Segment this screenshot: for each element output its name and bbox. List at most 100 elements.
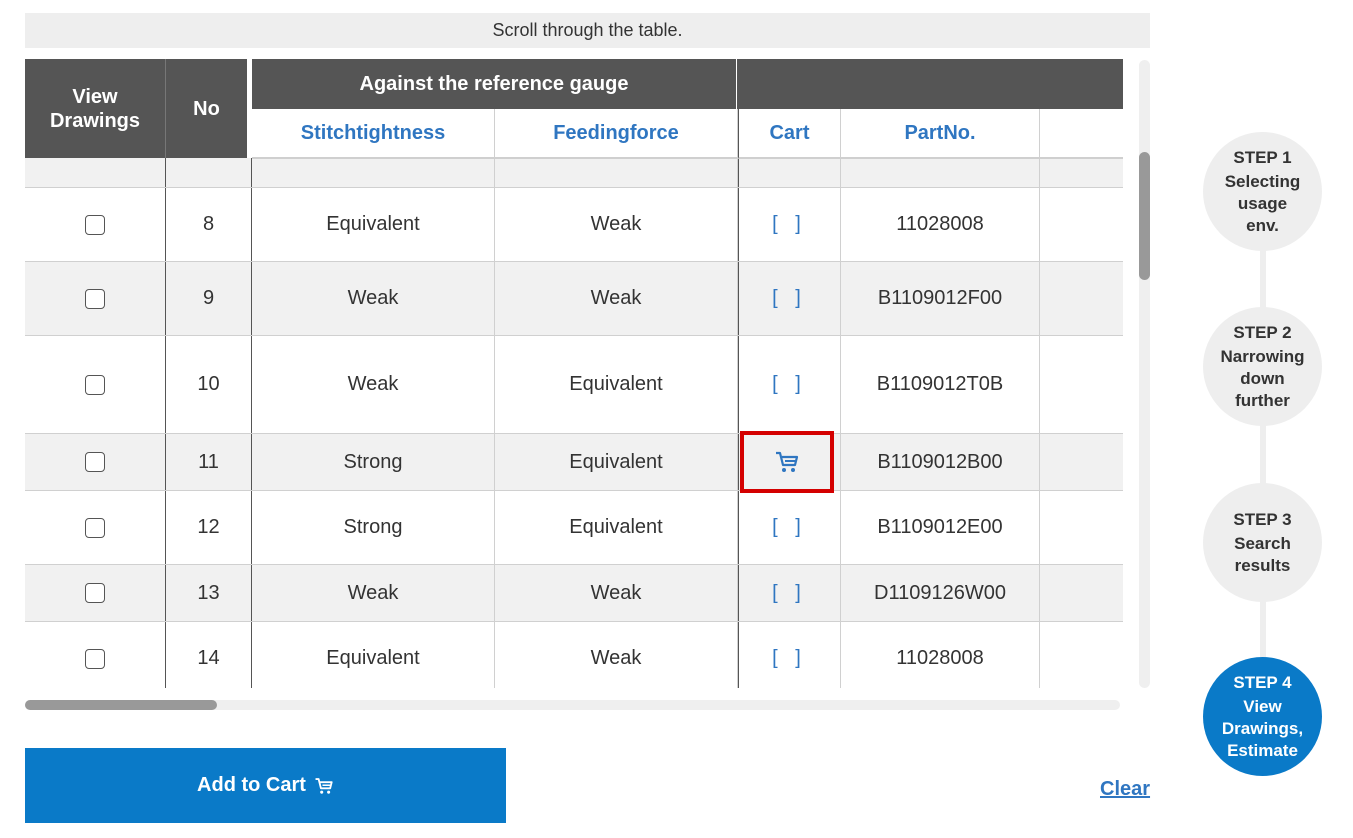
row-cart-cell: [ ] xyxy=(738,622,841,688)
cart-link[interactable]: [ ] xyxy=(772,582,807,605)
cart-icon xyxy=(315,777,333,794)
step-3-number: STEP 3 xyxy=(1233,509,1292,529)
header-stitchtightness[interactable]: Stitchtightness xyxy=(252,109,495,159)
row-no: 12 xyxy=(166,491,252,564)
header-no-label: No xyxy=(193,97,220,120)
row-partno: B1109012B00 xyxy=(841,434,1040,490)
row-stitchtightness: Weak xyxy=(252,262,495,335)
table-row: 12 Strong Equivalent [ ] B1109012E00 xyxy=(25,491,1123,565)
row-feedingforce: Weak xyxy=(495,188,738,261)
row-cart-cell xyxy=(738,158,841,187)
row-checkbox-cell xyxy=(25,622,166,688)
cart-link[interactable]: [ ] xyxy=(772,516,807,539)
row-stitchtightness: Equivalent xyxy=(252,622,495,688)
row-cart-cell: [ ] xyxy=(738,336,841,433)
row-stitchtightness: Equivalent xyxy=(252,188,495,261)
header-extra xyxy=(1040,109,1123,159)
add-to-cart-label: Add to Cart xyxy=(197,774,306,796)
cart-icon xyxy=(776,451,799,472)
step-4-number: STEP 4 xyxy=(1233,672,1292,692)
clear-link[interactable]: Clear xyxy=(1100,778,1150,801)
row-part-cell xyxy=(841,158,1040,187)
row-checkbox[interactable] xyxy=(85,583,105,603)
step-1-number: STEP 1 xyxy=(1233,147,1292,167)
table-row: 9 Weak Weak [ ] B1109012F00 xyxy=(25,262,1123,336)
row-checkbox-cell xyxy=(25,188,166,261)
row-no: 11 xyxy=(166,434,252,490)
vertical-scroll-thumb[interactable] xyxy=(1139,152,1150,280)
cart-button-highlighted[interactable] xyxy=(740,431,834,493)
row-cart-cell: [ ] xyxy=(738,491,841,564)
row-stitchtightness: Strong xyxy=(252,491,495,564)
table-row xyxy=(25,158,1123,188)
row-stitchtightness: Strong xyxy=(252,434,495,490)
header-cart-label: Cart xyxy=(769,121,810,144)
step-1[interactable]: STEP 1 Selecting usage env. xyxy=(1203,132,1322,251)
header-view-drawings: View Drawings xyxy=(25,59,166,158)
row-stitch-cell xyxy=(252,158,495,187)
row-no-cell xyxy=(166,158,252,187)
row-cart-cell: [ ] xyxy=(738,565,841,621)
row-partno: B1109012E00 xyxy=(841,491,1040,564)
step-4-label: View Drawings, Estimate xyxy=(1221,696,1304,760)
add-to-cart-button[interactable]: Add to Cart xyxy=(25,748,506,823)
row-feedingforce: Equivalent xyxy=(495,336,738,433)
header-group-reference-gauge: Against the reference gauge xyxy=(252,59,737,109)
header-stitchtightness-label: Stitchtightness xyxy=(300,121,446,144)
row-partno: 11028008 xyxy=(841,188,1040,261)
row-checkbox[interactable] xyxy=(85,288,105,309)
row-partno: B1109012F00 xyxy=(841,262,1040,335)
row-checkbox[interactable] xyxy=(85,452,105,472)
table-row: 13 Weak Weak [ ] D1109126W00 xyxy=(25,565,1123,622)
horizontal-scrollbar[interactable] xyxy=(25,700,1120,710)
row-feeding-cell xyxy=(495,158,738,187)
header-view-drawings-label: View Drawings xyxy=(49,85,141,132)
scroll-hint: Scroll through the table. xyxy=(25,13,1150,48)
header-partno-label: PartNo. xyxy=(904,121,976,144)
row-no: 10 xyxy=(166,336,252,433)
step-2[interactable]: STEP 2 Narrowing down further xyxy=(1203,307,1322,426)
cart-link[interactable]: [ ] xyxy=(772,647,807,670)
row-checkbox[interactable] xyxy=(85,648,105,669)
header-cart[interactable]: Cart xyxy=(738,109,841,159)
row-feedingforce: Equivalent xyxy=(495,434,738,490)
header-feedingforce-label: Feedingforce xyxy=(553,121,679,144)
horizontal-scroll-thumb[interactable] xyxy=(25,700,217,710)
table-row: 14 Equivalent Weak [ ] 11028008 xyxy=(25,622,1123,688)
row-checkbox-cell xyxy=(25,434,166,490)
cart-link[interactable]: [ ] xyxy=(772,373,807,396)
results-table[interactable]: View Drawings No Against the reference g… xyxy=(25,59,1123,688)
row-stitchtightness: Weak xyxy=(252,565,495,621)
row-checkbox-cell xyxy=(25,262,166,335)
row-checkbox-cell xyxy=(25,336,166,433)
row-no: 8 xyxy=(166,188,252,261)
cart-link[interactable]: [ ] xyxy=(772,287,807,310)
cart-link[interactable]: [ ] xyxy=(772,213,807,236)
table-row: 8 Equivalent Weak [ ] 11028008 xyxy=(25,188,1123,262)
header-no: No xyxy=(166,59,250,158)
row-cart-cell: [ ] xyxy=(738,262,841,335)
step-4: STEP 4 View Drawings, Estimate xyxy=(1203,657,1322,776)
row-checkbox-cell xyxy=(25,158,166,187)
row-partno: 11028008 xyxy=(841,622,1040,688)
row-partno: B1109012T0B xyxy=(841,336,1040,433)
row-checkbox[interactable] xyxy=(85,374,105,395)
row-no: 13 xyxy=(166,565,252,621)
row-checkbox[interactable] xyxy=(85,214,105,235)
row-feedingforce: Weak xyxy=(495,565,738,621)
row-checkbox[interactable] xyxy=(85,517,105,538)
table-row: 11 Strong Equivalent B1109012B00 xyxy=(25,434,1123,491)
step-2-label: Narrowing down further xyxy=(1220,346,1305,410)
vertical-scrollbar[interactable] xyxy=(1139,60,1150,688)
header-group-label: Against the reference gauge xyxy=(359,73,629,95)
header-feedingforce[interactable]: Feedingforce xyxy=(495,109,738,159)
step-3-label: Search results xyxy=(1234,533,1291,575)
row-checkbox-cell xyxy=(25,565,166,621)
header-group-blank xyxy=(737,59,1123,109)
row-no: 14 xyxy=(166,622,252,688)
step-2-number: STEP 2 xyxy=(1233,322,1292,342)
step-1-label: Selecting usage env. xyxy=(1224,171,1301,235)
step-3[interactable]: STEP 3 Search results xyxy=(1203,483,1322,602)
row-feedingforce: Equivalent xyxy=(495,491,738,564)
header-partno[interactable]: PartNo. xyxy=(841,109,1040,159)
